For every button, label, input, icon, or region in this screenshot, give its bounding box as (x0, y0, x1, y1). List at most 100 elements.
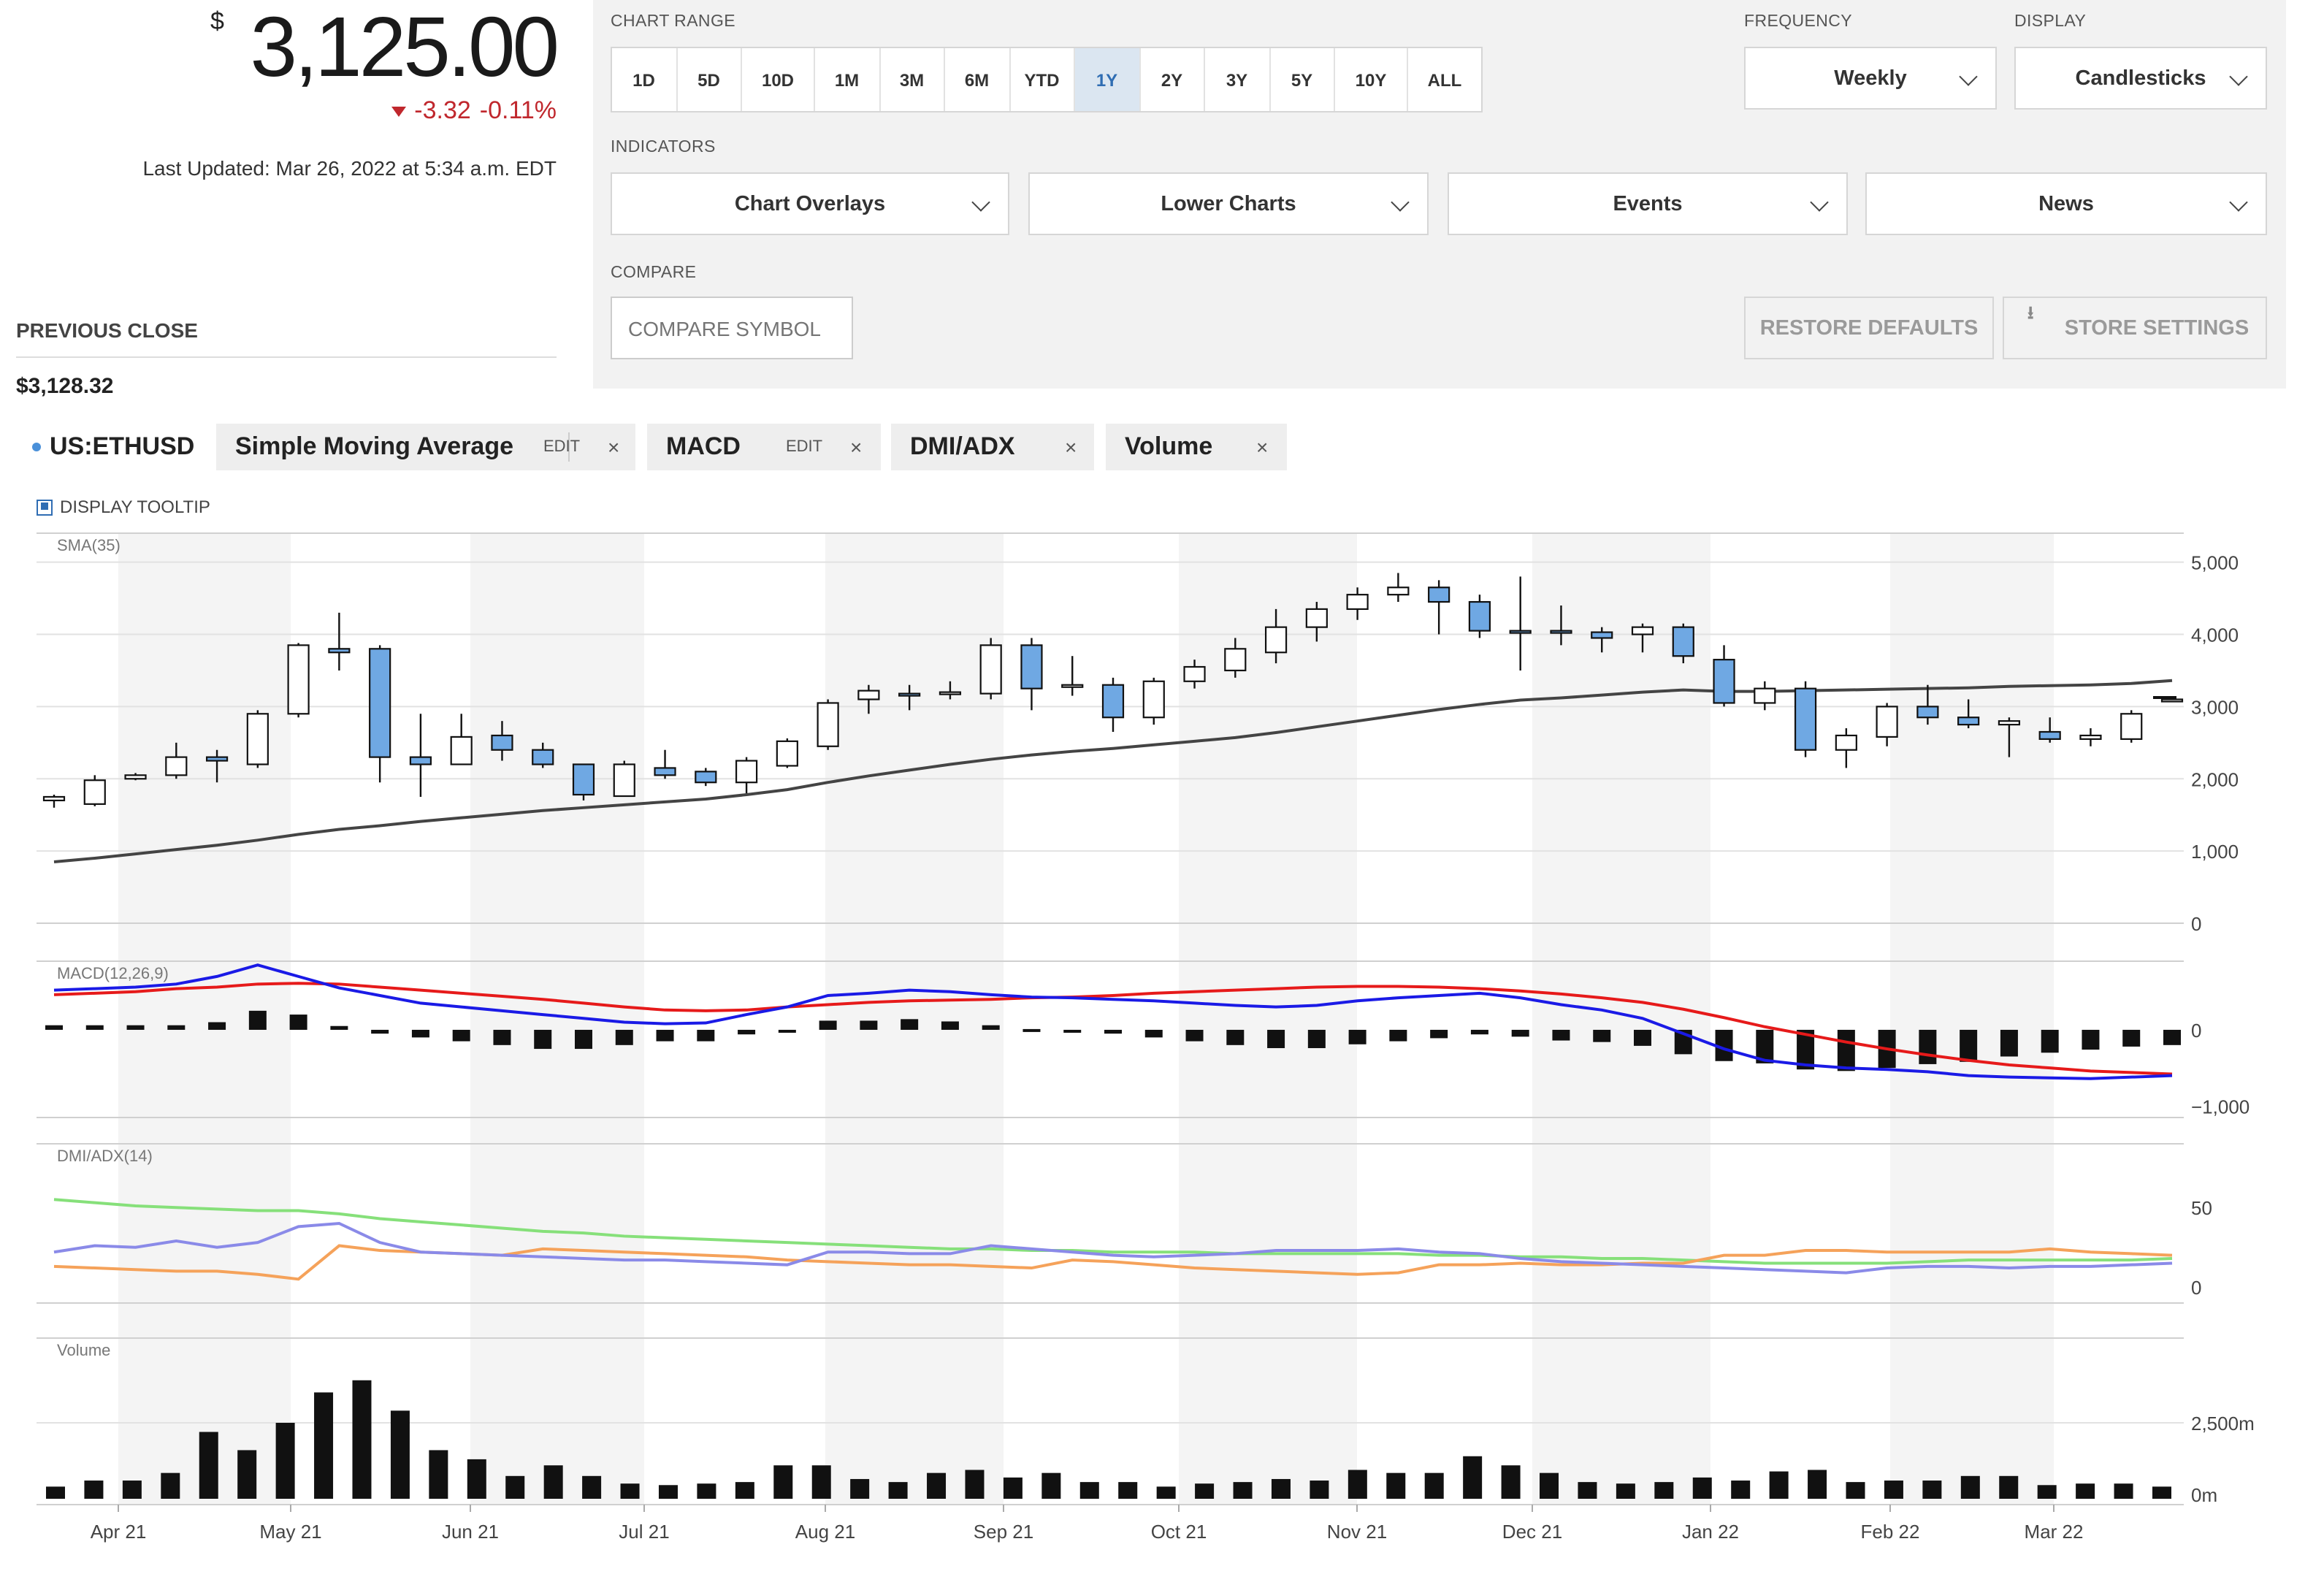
macd-histogram-bar (1348, 1029, 1367, 1044)
volume-bar (1922, 1481, 1942, 1499)
down-arrow-icon (391, 106, 406, 116)
dmi-close-icon[interactable]: × (1065, 435, 1077, 459)
volume-bar (1003, 1477, 1023, 1499)
candle-body (369, 648, 391, 758)
y-tick-label: 0 (2191, 1277, 2201, 1299)
news-dropdown[interactable]: News (1865, 172, 2267, 235)
macd-histogram-bar (819, 1020, 837, 1030)
volume-bar (1578, 1482, 1597, 1499)
range-button-ytd[interactable]: YTD (1010, 48, 1075, 111)
store-settings-button[interactable]: ⭳ STORE SETTINGS (2003, 297, 2267, 359)
sma-close-icon[interactable]: × (608, 435, 619, 459)
candle-body (287, 644, 310, 715)
macd-histogram-bar (1104, 1029, 1122, 1034)
chart-overlays-label: Chart Overlays (734, 192, 886, 215)
range-button-10d[interactable]: 10D (742, 48, 815, 111)
volume-bar (582, 1475, 602, 1499)
candle-body (1998, 720, 2021, 726)
volume-bar (161, 1472, 180, 1499)
macd-histogram-bar (1960, 1029, 1978, 1062)
change-percent: -0.11% (479, 96, 557, 124)
macd-histogram-bar (2082, 1029, 2100, 1050)
range-button-1d[interactable]: 1D (612, 48, 677, 111)
macd-histogram-bar (85, 1025, 104, 1030)
price-chart[interactable]: 5,000 4,000 3,000 2,000 1,000 0 SMA(35) MACD(12… (0, 526, 2324, 1548)
chevron-down-icon (1810, 193, 1829, 212)
macd-close-icon[interactable]: × (850, 435, 862, 459)
macd-histogram-bar (1226, 1029, 1245, 1045)
download-icon: ⭳ (2027, 302, 2034, 323)
month-band (1532, 533, 1710, 1505)
events-dropdown[interactable]: Events (1448, 172, 1848, 235)
volume-bar (850, 1478, 870, 1499)
divider (16, 356, 557, 358)
compare-symbol-input[interactable] (611, 297, 853, 359)
display-dropdown[interactable]: Candlesticks (2014, 47, 2267, 110)
range-button-3y[interactable]: 3Y (1205, 48, 1270, 111)
macd-histogram-bar (1634, 1029, 1651, 1046)
volume-bar (927, 1472, 947, 1499)
volume-bar (1424, 1472, 1444, 1499)
candle-body (1631, 626, 1654, 635)
x-tick-label: Mar 22 (2025, 1521, 2084, 1543)
macd-histogram-bar (330, 1025, 348, 1030)
volume-bar (620, 1483, 640, 1499)
y-tick-label: 0 (2191, 913, 2201, 935)
month-band (470, 533, 644, 1505)
candle-body (979, 644, 1002, 695)
macd-histogram-bar (656, 1029, 674, 1042)
lower-charts-dropdown[interactable]: Lower Charts (1028, 172, 1429, 235)
range-button-1m[interactable]: 1M (815, 48, 880, 111)
display-tooltip-toggle[interactable]: DISPLAY TOOLTIP (37, 497, 210, 517)
range-button-3m[interactable]: 3M (880, 48, 945, 111)
volume-bar (2152, 1486, 2171, 1499)
volume-bar (1386, 1472, 1406, 1499)
macd-histogram-bar (982, 1025, 1000, 1030)
range-button-10y[interactable]: 10Y (1335, 48, 1408, 111)
range-button-1y[interactable]: 1Y (1075, 48, 1140, 111)
macd-histogram-bar (1837, 1029, 1855, 1071)
candle-body (1183, 665, 1206, 682)
candle-body (572, 763, 595, 796)
sma-edit-button[interactable]: EDIT (543, 438, 580, 456)
candle-body (613, 763, 635, 798)
checkbox-checked-icon (37, 499, 53, 515)
volume-bar (1654, 1482, 1674, 1499)
macd-histogram-bar (126, 1025, 145, 1030)
indicators-label: INDICATORS (611, 139, 716, 156)
candle-body (42, 795, 66, 802)
frequency-dropdown[interactable]: Weekly (1744, 47, 1997, 110)
volume-bar (1463, 1456, 1483, 1499)
chevron-down-icon (2229, 193, 2248, 212)
macd-edit-button[interactable]: EDIT (786, 438, 822, 456)
candle-body (2038, 730, 2061, 740)
volume-bar (314, 1392, 334, 1499)
candle-body (450, 736, 473, 765)
candle-body (1142, 680, 1165, 719)
range-button-2y[interactable]: 2Y (1140, 48, 1205, 111)
chart-overlays-dropdown[interactable]: Chart Overlays (611, 172, 1009, 235)
candle-body (328, 648, 351, 654)
volume-close-icon[interactable]: × (1256, 435, 1268, 459)
range-button-5y[interactable]: 5Y (1270, 48, 1335, 111)
volume-bar (658, 1485, 678, 1499)
volume-bar (467, 1459, 486, 1499)
frequency-value: Weekly (1834, 66, 1907, 90)
macd-histogram-bar (411, 1029, 429, 1038)
range-button-6m[interactable]: 6M (945, 48, 1010, 111)
y-tick-label: 5,000 (2191, 552, 2239, 574)
candle-body (1224, 648, 1247, 672)
range-button-5d[interactable]: 5D (677, 48, 742, 111)
candle-body (1509, 630, 1532, 634)
range-button-all[interactable]: ALL (1408, 48, 1481, 111)
y-tick-label: 0 (2191, 1020, 2201, 1042)
x-tick-label: Aug 21 (795, 1521, 855, 1543)
chart-range-selector: 1D 5D 10D 1M 3M 6M YTD 1Y 2Y 3Y 5Y 10Y ALL (611, 47, 1483, 112)
dmi-chip-label: DMI/ADX (910, 432, 1015, 460)
events-label: Events (1613, 192, 1683, 215)
dmi-panel-label: DMI/ADX(14) (57, 1147, 153, 1165)
candle-body (817, 702, 839, 747)
restore-defaults-button[interactable]: RESTORE DEFAULTS (1744, 297, 1994, 359)
volume-bar (1501, 1465, 1521, 1499)
candle-body (1916, 706, 1939, 719)
